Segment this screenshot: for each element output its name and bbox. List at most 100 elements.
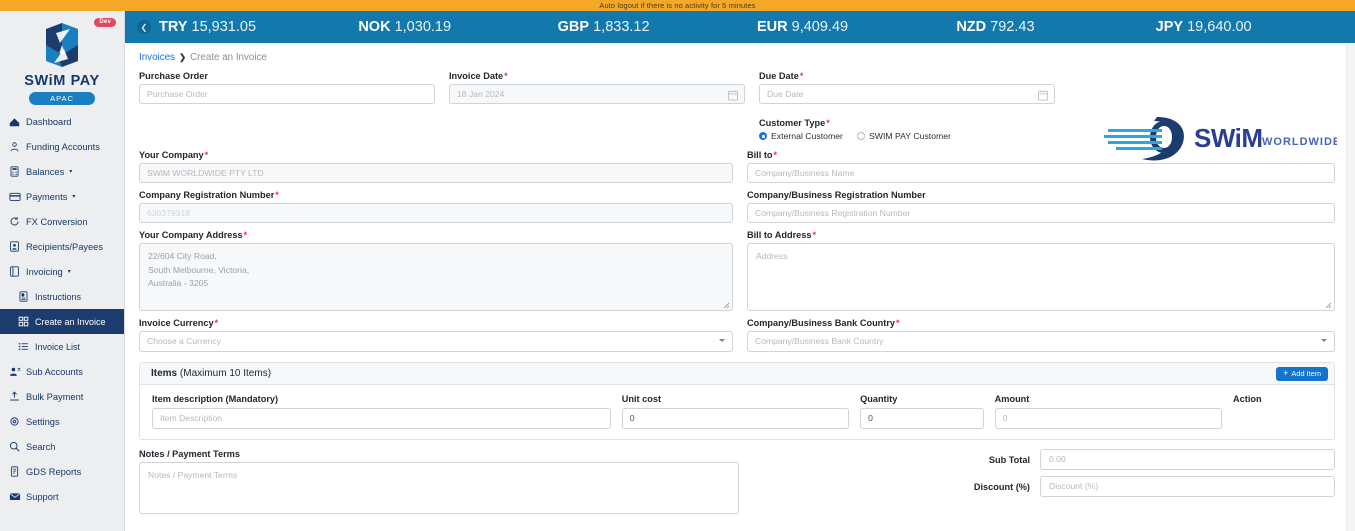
document-icon — [17, 291, 30, 303]
sidebar-item-support[interactable]: Support — [0, 484, 124, 509]
brand-name: SWiM PAY — [0, 73, 124, 89]
form-row-company-name: Your Company* SWiM WORLDWIDE PTY LTD Bil… — [139, 150, 1335, 183]
item-row: Item Description 0 0 0 — [152, 408, 1322, 429]
chevron-down-icon[interactable]: ▾ — [72, 194, 75, 200]
item-quantity-input[interactable]: 0 — [860, 408, 984, 429]
sidebar-item-label: FX Conversion — [26, 217, 88, 227]
calendar-icon[interactable] — [1038, 89, 1048, 100]
company-registration-input[interactable]: 636379318 — [139, 203, 733, 223]
breadcrumb-invoices-link[interactable]: Invoices — [139, 52, 175, 63]
ticker-rate-0: TRY 15,931.05 — [159, 19, 358, 35]
column-header-amount: Amount — [995, 394, 1222, 404]
sidebar-item-create-an-invoice[interactable]: Create an Invoice — [0, 309, 124, 334]
bill-registration-input[interactable]: Company/Business Registration Number — [747, 203, 1335, 223]
invoice-currency-select[interactable]: Choose a Currency — [139, 331, 733, 352]
item-description-input[interactable]: Item Description — [152, 408, 611, 429]
calendar-icon[interactable] — [728, 89, 738, 100]
field-bill-registration: Company/Business Registration Number Com… — [747, 190, 1335, 223]
radio-swim-pay-customer[interactable]: SWIM PAY Customer — [857, 131, 951, 141]
sidebar-item-invoice-list[interactable]: Invoice List — [0, 334, 124, 359]
form-row-dates: Purchase Order Purchase Order Invoice Da… — [139, 71, 1335, 104]
item-action-cell — [1233, 408, 1322, 429]
sidebar-item-dashboard[interactable]: Dashboard — [0, 109, 124, 134]
contact-icon — [8, 241, 21, 253]
discount-input[interactable]: Discount (%) — [1040, 476, 1335, 497]
chevron-down-icon — [719, 339, 725, 342]
sidebar-item-label: GDS Reports — [26, 467, 81, 477]
sidebar-item-payments[interactable]: Payments▾ — [0, 184, 124, 209]
form-row-registration: Company Registration Number* 636379318 C… — [139, 190, 1335, 223]
items-title-main: Items — [151, 368, 177, 379]
app-root: Auto logout if there is no activity for … — [0, 0, 1355, 531]
label-company-registration: Company Registration Number* — [139, 190, 733, 200]
form-row-currency: Invoice Currency* Choose a Currency Comp… — [139, 318, 1335, 352]
item-unit-cost-input[interactable]: 0 — [622, 408, 849, 429]
resize-grip-icon[interactable] — [1325, 302, 1332, 309]
item-amount-input[interactable]: 0 — [995, 408, 1222, 429]
sidebar-item-invoicing[interactable]: Invoicing ▾ — [0, 259, 124, 284]
sidebar-item-search[interactable]: Search — [0, 434, 124, 459]
sub-total-input[interactable]: 0.00 — [1040, 449, 1335, 470]
due-date-value: Due Date — [767, 89, 803, 99]
field-customer-type: Customer Type* External Customer SWIM PA… — [759, 118, 1059, 141]
add-item-button[interactable]: + Add Item — [1276, 367, 1328, 381]
sidebar-item-label: Settings — [26, 417, 60, 427]
ticker-value-5: 19,640.00 — [1187, 19, 1252, 35]
list-icon — [17, 341, 30, 353]
sidebar-item-funding-accounts[interactable]: Funding Accounts — [0, 134, 124, 159]
column-header-action: Action — [1233, 394, 1322, 404]
sidebar-item-gds-reports[interactable]: GDS Reports — [0, 459, 124, 484]
add-item-label: Add Item — [1291, 369, 1321, 378]
sidebar-item-settings[interactable]: Settings — [0, 409, 124, 434]
home-icon — [8, 116, 21, 128]
sidebar-item-recipients-payees[interactable]: Recipients/Payees — [0, 234, 124, 259]
sidebar-item-label: Invoice List — [35, 342, 80, 352]
sidebar-item-label: Sub Accounts — [26, 367, 83, 377]
label-due-date: Due Date* — [759, 71, 1055, 81]
chevron-down-icon[interactable]: ▾ — [68, 269, 71, 275]
ticker-code-5: JPY — [1156, 19, 1183, 35]
chevron-down-icon[interactable]: ▾ — [69, 169, 72, 175]
brand-region-badge: APAC — [29, 92, 95, 105]
label-company-address: Your Company Address* — [139, 230, 733, 240]
items-card: Items (Maximum 10 Items) + Add Item Item… — [139, 362, 1335, 440]
sidebar-item-label: Search — [26, 442, 55, 452]
calculator-icon — [8, 166, 21, 178]
items-column-headers: Item description (Mandatory) Unit cost Q… — [152, 394, 1322, 404]
page-scrollbar[interactable] — [1346, 43, 1355, 531]
field-invoice-date: Invoice Date* 18 Jan 2024 — [449, 71, 745, 104]
sidebar-item-bulk-payment[interactable]: Bulk Payment — [0, 384, 124, 409]
label-notes: Notes / Payment Terms — [139, 449, 739, 459]
bank-country-select[interactable]: Company/Business Bank Country — [747, 331, 1335, 352]
due-date-input[interactable]: Due Date — [759, 84, 1055, 104]
field-purchase-order: Purchase Order Purchase Order — [139, 71, 435, 104]
sidebar-item-label: Invoicing — [26, 267, 63, 277]
gear-icon — [8, 416, 21, 428]
invoice-date-input[interactable]: 18 Jan 2024 — [449, 84, 745, 104]
grid-icon — [17, 316, 30, 328]
company-address-textarea[interactable]: 22/604 City Road, South Melbourne, Victo… — [139, 243, 733, 311]
bill-to-input[interactable]: Company/Business Name — [747, 163, 1335, 183]
radio-external-customer[interactable]: External Customer — [759, 131, 843, 141]
resize-grip-icon[interactable] — [723, 302, 730, 309]
notes-textarea[interactable]: Notes / Payment Terms — [139, 462, 739, 514]
field-invoice-currency: Invoice Currency* Choose a Currency — [139, 318, 733, 352]
auto-logout-banner: Auto logout if there is no activity for … — [0, 0, 1355, 11]
svg-text:WORLDWIDE: WORLDWIDE — [1262, 136, 1337, 148]
chevron-left-icon[interactable]: ❮ — [137, 20, 151, 34]
purchase-order-input[interactable]: Purchase Order — [139, 84, 435, 104]
sidebar-item-balances[interactable]: Balances ▾ — [0, 159, 124, 184]
bill-address-textarea[interactable]: Address — [747, 243, 1335, 311]
sidebar-item-label: Balances — [26, 167, 64, 177]
mail-icon — [8, 491, 21, 503]
sidebar-item-instructions[interactable]: Instructions — [0, 284, 124, 309]
sidebar-item-sub-accounts[interactable]: Sub Accounts — [0, 359, 124, 384]
total-row-subtotal: Sub Total 0.00 — [935, 449, 1335, 470]
swim-pay-logo-icon — [36, 19, 88, 71]
sidebar-item-fx-conversion[interactable]: FX Conversion — [0, 209, 124, 234]
invoice-form: Invoices❯Create an Invoice Purchase Orde… — [125, 43, 1355, 514]
upload-icon — [8, 391, 21, 403]
customer-type-radio-group: External Customer SWIM PAY Customer — [759, 131, 1059, 141]
ticker-code-0: TRY — [159, 19, 187, 35]
your-company-input[interactable]: SWiM WORLDWIDE PTY LTD — [139, 163, 733, 183]
